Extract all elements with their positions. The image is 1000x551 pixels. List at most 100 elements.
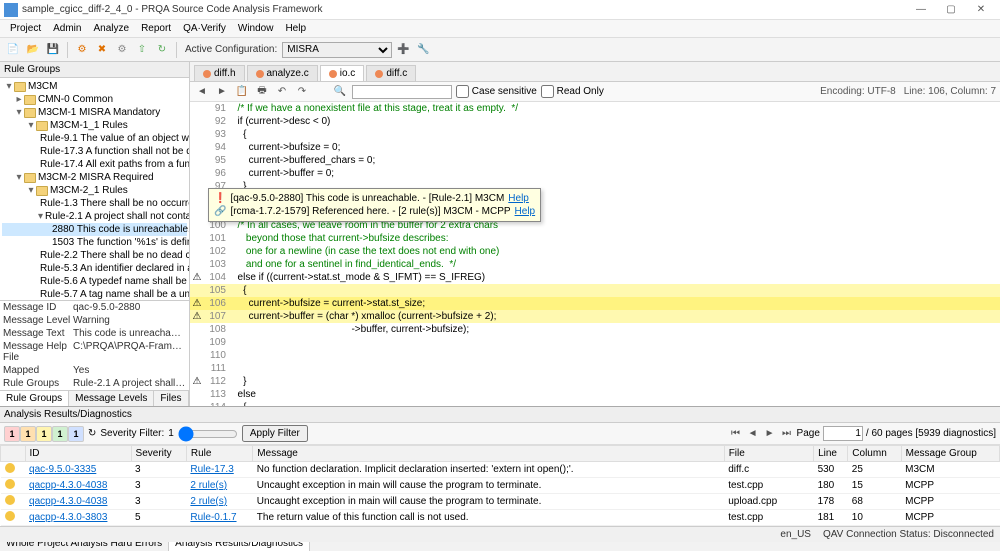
tree-node[interactable]: ▾M3CM-1_1 Rules bbox=[2, 119, 187, 132]
clean-icon[interactable]: ✖ bbox=[93, 41, 111, 59]
file-tab[interactable]: analyze.c bbox=[247, 65, 318, 81]
code-line[interactable]: 102 one for a newline (in case the text … bbox=[190, 245, 1000, 258]
code-line[interactable]: ⚠106 current->bufsize = current->stat.st… bbox=[190, 297, 1000, 310]
new-project-icon[interactable]: 📄 bbox=[4, 41, 22, 59]
nav-back-icon[interactable]: ◄ bbox=[194, 84, 210, 100]
save-icon[interactable]: 💾 bbox=[44, 41, 62, 59]
read-only-checkbox[interactable]: Read Only bbox=[541, 85, 604, 98]
code-line[interactable]: 111 bbox=[190, 362, 1000, 375]
code-line[interactable]: ⚠112 } bbox=[190, 375, 1000, 388]
tree-node[interactable]: Rule-9.1 The value of an object with aut… bbox=[2, 132, 187, 145]
minimize-button[interactable]: — bbox=[906, 1, 936, 19]
code-line[interactable]: 114 { bbox=[190, 401, 1000, 406]
config-gear-icon[interactable]: ➕ bbox=[394, 41, 412, 59]
diag-row[interactable]: qacpp-4.3.0-403832 rule(s)Uncaught excep… bbox=[1, 478, 1000, 494]
tree-node[interactable]: ▾M3CM-2_1 Rules bbox=[2, 184, 187, 197]
code-editor[interactable]: 91 /* If we have a nonexistent file at t… bbox=[190, 102, 1000, 406]
nav-fwd-icon[interactable]: ► bbox=[214, 84, 230, 100]
code-line[interactable]: 93 { bbox=[190, 128, 1000, 141]
filter-refresh-icon[interactable]: ↻ bbox=[88, 428, 96, 439]
left-tab[interactable]: Rule Groups bbox=[0, 391, 69, 406]
diag-col-header[interactable]: Column bbox=[848, 446, 901, 462]
print-icon[interactable]: 🖶 bbox=[254, 84, 270, 100]
diag-col-header[interactable]: ID bbox=[25, 446, 131, 462]
page-first-icon[interactable]: ⏮ bbox=[729, 427, 743, 441]
diag-col-header[interactable]: File bbox=[724, 446, 813, 462]
page-next-icon[interactable]: ► bbox=[763, 427, 777, 441]
file-tab[interactable]: diff.h bbox=[194, 65, 245, 81]
code-line[interactable]: 103 and one for a sentinel in find_ident… bbox=[190, 258, 1000, 271]
menu-qa·verify[interactable]: QA·Verify bbox=[177, 21, 232, 36]
tree-node[interactable]: 1503 The function '%1s' is defined but i… bbox=[2, 236, 187, 249]
menu-project[interactable]: Project bbox=[4, 21, 47, 36]
tree-node[interactable]: ▾M3CM-1 MISRA Mandatory bbox=[2, 106, 187, 119]
menu-window[interactable]: Window bbox=[232, 21, 280, 36]
severity-button-1[interactable]: 1 bbox=[4, 426, 20, 442]
code-line[interactable]: 92 if (current->desc < 0) bbox=[190, 115, 1000, 128]
find-input[interactable] bbox=[352, 85, 452, 99]
menu-help[interactable]: Help bbox=[279, 21, 312, 36]
maximize-button[interactable]: ▢ bbox=[936, 1, 966, 19]
undo-icon[interactable]: ↶ bbox=[274, 84, 290, 100]
diag-col-header[interactable]: Message bbox=[253, 446, 724, 462]
code-line[interactable]: 105 { bbox=[190, 284, 1000, 297]
code-line[interactable]: ⚠104 else if ((current->stat.st_mode & S… bbox=[190, 271, 1000, 284]
tree-node[interactable]: Rule-5.3 An identifier declared in an in… bbox=[2, 262, 187, 275]
code-line[interactable]: 94 current->bufsize = 0; bbox=[190, 141, 1000, 154]
case-sensitive-checkbox[interactable]: Case sensitive bbox=[456, 85, 537, 98]
code-line[interactable]: 110 bbox=[190, 349, 1000, 362]
diag-row[interactable]: qacpp-4.3.0-38035Rule-0.1.7The return va… bbox=[1, 510, 1000, 526]
tree-node[interactable]: ▸CMN-0 Common bbox=[2, 93, 187, 106]
tree-node[interactable]: ▾M3CM bbox=[2, 80, 187, 93]
page-input[interactable] bbox=[823, 426, 863, 441]
code-line[interactable]: ⚠107 current->buffer = (char *) xmalloc … bbox=[190, 310, 1000, 323]
diag-col-header[interactable] bbox=[1, 446, 26, 462]
tree-node[interactable]: ▾M3CM-2 MISRA Required bbox=[2, 171, 187, 184]
severity-button-2[interactable]: 1 bbox=[20, 426, 36, 442]
diag-col-header[interactable]: Rule bbox=[186, 446, 252, 462]
tree-node[interactable]: Rule-17.4 All exit paths from a function… bbox=[2, 158, 187, 171]
diag-col-header[interactable]: Line bbox=[814, 446, 848, 462]
left-tab[interactable]: Files bbox=[154, 391, 188, 406]
find-icon[interactable]: 🔍 bbox=[332, 84, 348, 100]
severity-button-3[interactable]: 1 bbox=[36, 426, 52, 442]
page-prev-icon[interactable]: ◄ bbox=[746, 427, 760, 441]
severity-button-4[interactable]: 1 bbox=[52, 426, 68, 442]
menu-analyze[interactable]: Analyze bbox=[87, 21, 135, 36]
code-line[interactable]: 109 bbox=[190, 336, 1000, 349]
severity-button-5[interactable]: 1 bbox=[68, 426, 84, 442]
analyze-icon[interactable]: ⚙ bbox=[73, 41, 91, 59]
tree-node[interactable]: ▾Rule-2.1 A project shall not contain un… bbox=[2, 210, 187, 223]
severity-slider[interactable] bbox=[178, 426, 238, 442]
diagnostics-table[interactable]: IDSeverityRuleMessageFileLineColumnMessa… bbox=[0, 445, 1000, 535]
config-tool-icon[interactable]: 🔧 bbox=[414, 41, 432, 59]
copy-icon[interactable]: 📋 bbox=[234, 84, 250, 100]
diag-row[interactable]: qac-9.5.0-33353Rule-17.3No function decl… bbox=[1, 462, 1000, 478]
file-tab[interactable]: diff.c bbox=[366, 65, 416, 81]
redo-icon[interactable]: ↷ bbox=[294, 84, 310, 100]
refresh-icon[interactable]: ↻ bbox=[153, 41, 171, 59]
apply-filter-button[interactable]: Apply Filter bbox=[242, 425, 308, 442]
help-link[interactable]: Help bbox=[515, 206, 536, 217]
help-link[interactable]: Help bbox=[508, 193, 529, 204]
close-button[interactable]: ✕ bbox=[966, 1, 996, 19]
tree-node[interactable]: 2880 This code is unreachable. bbox=[2, 223, 187, 236]
diag-col-header[interactable]: Severity bbox=[131, 446, 186, 462]
menu-report[interactable]: Report bbox=[135, 21, 177, 36]
menu-admin[interactable]: Admin bbox=[47, 21, 87, 36]
page-last-icon[interactable]: ⏭ bbox=[780, 427, 794, 441]
file-tab[interactable]: io.c bbox=[320, 65, 365, 81]
code-line[interactable]: 96 current->buffer = 0; bbox=[190, 167, 1000, 180]
tree-node[interactable]: Rule-1.3 There shall be no occurrence of… bbox=[2, 197, 187, 210]
left-tab[interactable]: Message Levels bbox=[69, 391, 154, 406]
code-line[interactable]: 101 beyond those that current->bufsize d… bbox=[190, 232, 1000, 245]
rule-tree[interactable]: ▾M3CM▸CMN-0 Common▾M3CM-1 MISRA Mandator… bbox=[0, 78, 189, 300]
active-config-select[interactable]: MISRA bbox=[282, 42, 392, 58]
tree-node[interactable]: Rule-5.6 A typedef name shall be a uniqu… bbox=[2, 275, 187, 288]
code-line[interactable]: 95 current->buffered_chars = 0; bbox=[190, 154, 1000, 167]
code-line[interactable]: 108 ->buffer, current->bufsize); bbox=[190, 323, 1000, 336]
upload-icon[interactable]: ⇧ bbox=[133, 41, 151, 59]
diag-col-header[interactable]: Message Group bbox=[901, 446, 999, 462]
open-project-icon[interactable]: 📂 bbox=[24, 41, 42, 59]
code-line[interactable]: 113 else bbox=[190, 388, 1000, 401]
